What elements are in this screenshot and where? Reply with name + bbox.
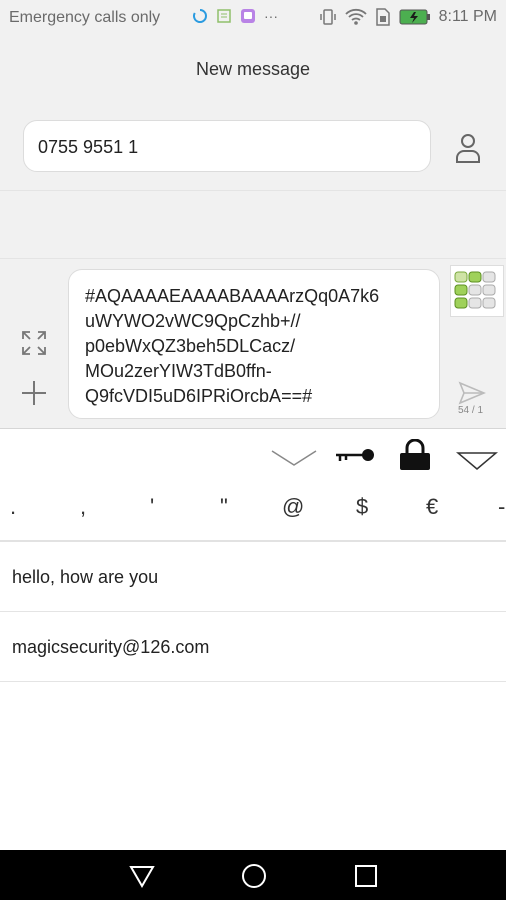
app-notification-icon	[241, 9, 255, 23]
page-title: New message	[0, 36, 506, 103]
symbol-row: . , ' " @ $ € -	[0, 484, 506, 542]
symbol-key[interactable]: ,	[80, 494, 86, 520]
wifi-icon	[344, 8, 367, 25]
character-counter: 54 / 1	[458, 405, 484, 416]
sim-icon	[375, 8, 390, 26]
recipient-input[interactable]: 0755 9551 1	[23, 120, 431, 172]
symbol-key[interactable]: €	[426, 494, 438, 520]
encryption-app-icon[interactable]	[450, 265, 504, 317]
message-input[interactable]: #AQAAAAEAAAABAAAArzQq0A7k6 uWYWO2vWC9QpC…	[68, 269, 440, 419]
keyboard-toolbar	[0, 428, 506, 486]
back-icon[interactable]	[128, 862, 156, 890]
message-thread-area	[0, 190, 506, 259]
vibrate-icon	[319, 9, 336, 25]
plus-icon[interactable]	[20, 379, 48, 407]
battery-charging-icon	[399, 9, 430, 25]
keyboard-grid-icon	[454, 271, 496, 309]
symbol-key[interactable]: .	[10, 494, 16, 520]
triangle-down-icon[interactable]	[456, 451, 498, 471]
more-dots-icon: ···	[264, 8, 278, 24]
symbol-key[interactable]: '	[150, 494, 154, 520]
home-icon[interactable]	[240, 862, 268, 890]
recipient-area: 0755 9551 1	[0, 102, 506, 190]
carrier-status: Emergency calls only	[9, 9, 161, 26]
chevron-down-icon[interactable]	[270, 447, 318, 467]
sync-icon	[193, 9, 207, 23]
send-icon[interactable]	[458, 381, 486, 405]
system-status: 8:11 PM	[319, 8, 497, 26]
lock-icon[interactable]	[398, 439, 432, 471]
expand-icon[interactable]	[20, 329, 48, 357]
symbol-key[interactable]: @	[282, 494, 304, 520]
navigation-bar	[0, 850, 506, 900]
suggestion-item[interactable]: magicsecurity@126.com	[0, 612, 506, 682]
app-notification-icon	[217, 9, 231, 23]
symbol-key[interactable]: "	[220, 494, 228, 520]
clock: 8:11 PM	[438, 8, 497, 25]
symbol-key[interactable]: $	[356, 494, 368, 520]
symbol-key[interactable]: -	[498, 494, 505, 520]
notification-icons: ···	[192, 8, 278, 24]
status-bar: Emergency calls only ··· 8:11 PM	[0, 0, 506, 36]
key-icon[interactable]	[334, 445, 376, 465]
compose-area: #AQAAAAEAAAABAAAArzQq0A7k6 uWYWO2vWC9QpC…	[0, 258, 506, 429]
suggestion-item[interactable]: hello, how are you	[0, 542, 506, 612]
recents-icon[interactable]	[352, 862, 380, 890]
person-icon[interactable]	[454, 132, 482, 164]
